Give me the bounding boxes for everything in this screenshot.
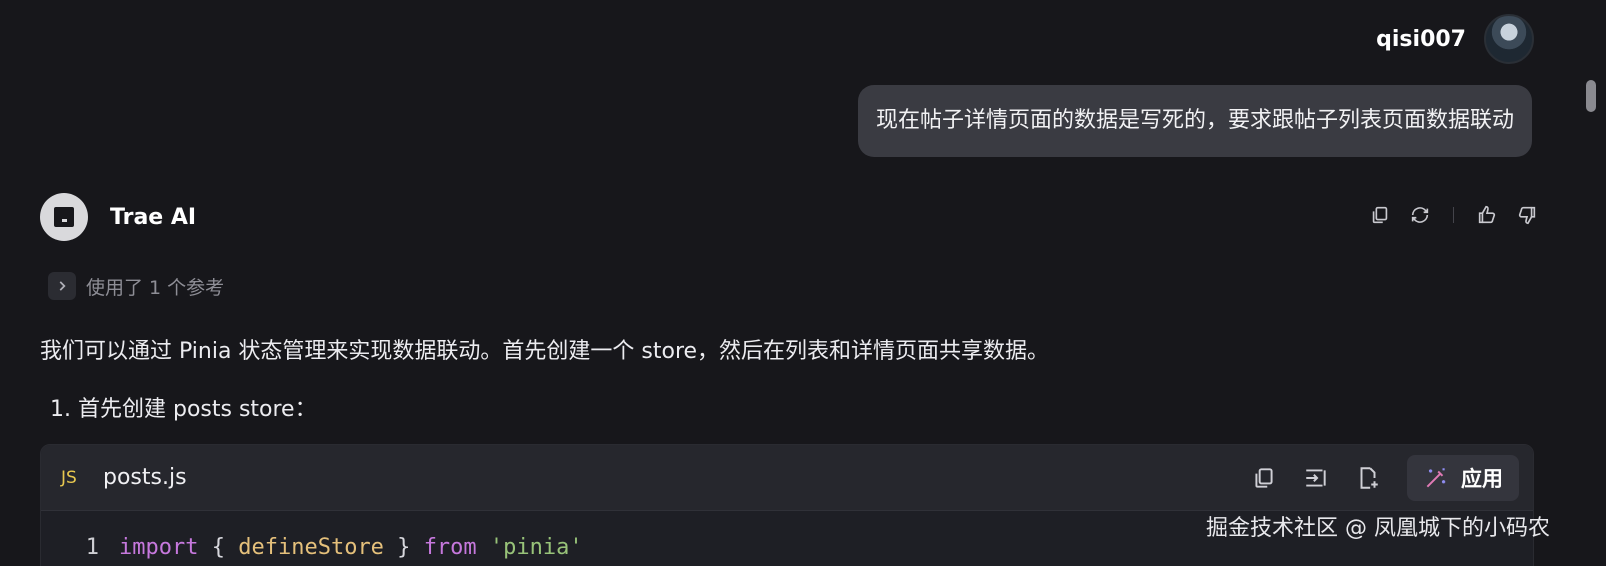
scrollbar-thumb[interactable]	[1586, 80, 1596, 112]
line-number: 1	[85, 534, 99, 560]
language-badge: JS	[61, 467, 77, 488]
regenerate-icon[interactable]	[1409, 204, 1431, 226]
watermark: 掘金技术社区 @ 凤凰城下的小码农	[1206, 516, 1550, 541]
chevron-right-icon	[48, 272, 76, 300]
code-line: 1 import { defineStore } from 'pinia'	[41, 527, 583, 566]
trae-logo-icon	[40, 193, 88, 241]
references-label: 使用了 1 个参考	[86, 276, 225, 299]
thumbs-up-icon[interactable]	[1476, 204, 1498, 226]
code-token-punct: }	[383, 534, 424, 560]
response-paragraph: 我们可以通过 Pinia 状态管理来实现数据联动。首先创建一个 store，然后…	[40, 339, 1050, 364]
user-message-bubble: 现在帖子详情页面的数据是写死的，要求跟帖子列表页面数据联动	[857, 85, 1532, 157]
magic-wand-icon	[1423, 465, 1449, 491]
code-token-string: 'pinia'	[489, 534, 583, 560]
message-actions	[1369, 204, 1538, 226]
insert-at-cursor-icon[interactable]	[1303, 465, 1329, 491]
actions-divider	[1453, 207, 1454, 223]
code-file-name: posts.js	[103, 465, 187, 490]
assistant-header: Trae AI	[40, 193, 196, 241]
code-tools: 应用	[1251, 454, 1519, 501]
code-token-identifier: defineStore	[238, 534, 384, 560]
avatar[interactable]	[1484, 14, 1534, 64]
apply-label: 应用	[1461, 466, 1503, 491]
username: qisi007	[1376, 26, 1466, 52]
code-token-keyword: from	[423, 534, 477, 560]
code-block: JS posts.js 应用 1 import { defineStore} …	[40, 444, 1534, 566]
references-toggle[interactable]: 使用了 1 个参考	[48, 272, 224, 300]
new-file-icon[interactable]	[1355, 465, 1381, 491]
response-step: 1. 首先创建 posts store：	[50, 397, 317, 422]
copy-icon[interactable]	[1369, 204, 1391, 226]
thumbs-down-icon[interactable]	[1516, 204, 1538, 226]
code-block-header: JS posts.js 应用	[41, 445, 1533, 511]
assistant-name: Trae AI	[110, 204, 197, 230]
user-header: qisi007	[1376, 14, 1534, 64]
copy-code-icon[interactable]	[1251, 465, 1277, 491]
code-token-punct: {	[198, 534, 239, 560]
apply-button[interactable]: 应用	[1407, 454, 1519, 501]
code-token-keyword: import	[119, 534, 199, 560]
